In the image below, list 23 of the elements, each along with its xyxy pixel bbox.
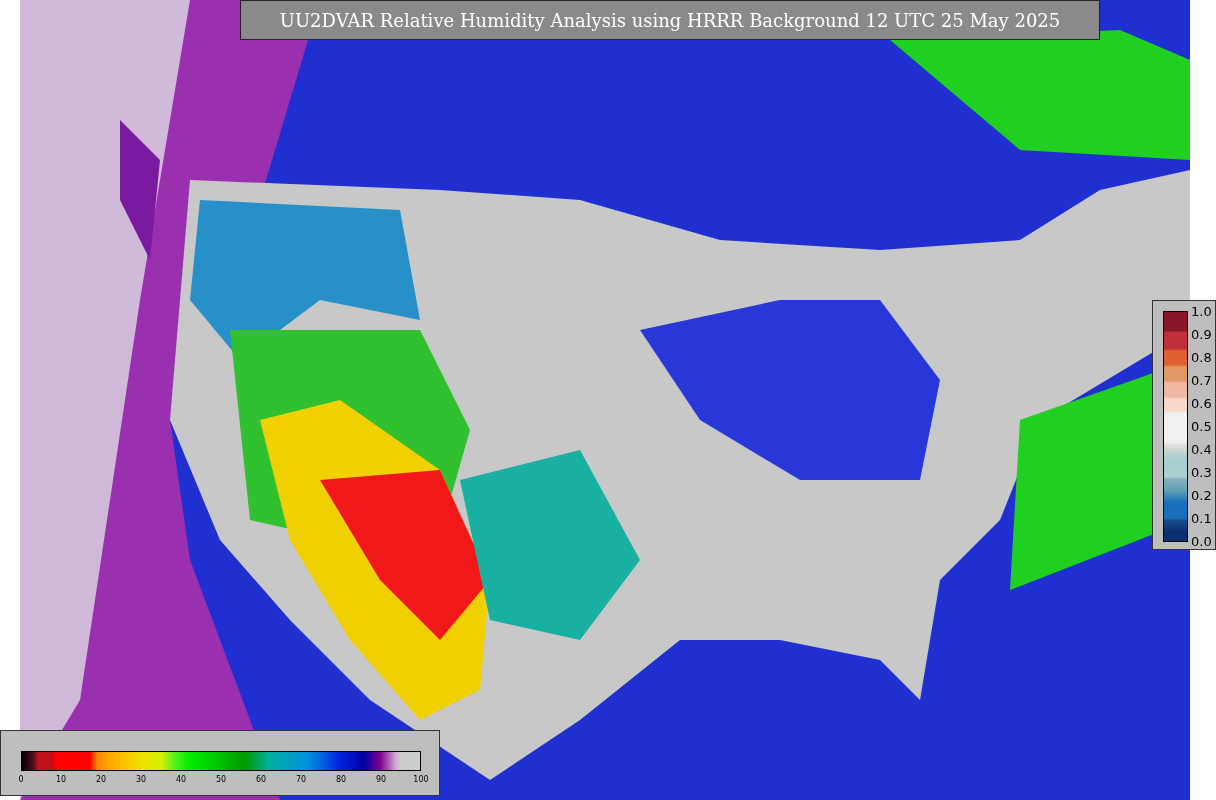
tick-label: 0.1 [1191, 512, 1212, 525]
tick-label: 1.0 [1191, 305, 1212, 318]
tick-label: 0 [18, 775, 24, 784]
tick-label: 0.8 [1191, 351, 1212, 364]
tick-label: 50 [215, 775, 227, 784]
tick-label: 0.0 [1191, 535, 1212, 548]
tick-label: 0.9 [1191, 328, 1212, 341]
tick-label: 100 [413, 775, 429, 784]
tick-label: 90 [375, 775, 387, 784]
tick-label: 80 [335, 775, 347, 784]
tick-label: 0.6 [1191, 397, 1212, 410]
tick-label: 10 [55, 775, 67, 784]
tick-label: 0.7 [1191, 374, 1212, 387]
tick-label: 60 [255, 775, 267, 784]
tick-label: 70 [295, 775, 307, 784]
tick-label: 30 [135, 775, 147, 784]
tick-label: 20 [95, 775, 107, 784]
tick-label: 0.4 [1191, 443, 1212, 456]
tick-label: 0.2 [1191, 489, 1212, 502]
tick-label: 0.5 [1191, 420, 1212, 433]
tick-label: 40 [175, 775, 187, 784]
map-title: UU2DVAR Relative Humidity Analysis using HRRR Background 12 UTC 25 May 2025 [240, 0, 1100, 40]
tick-label: 0.3 [1191, 466, 1212, 479]
